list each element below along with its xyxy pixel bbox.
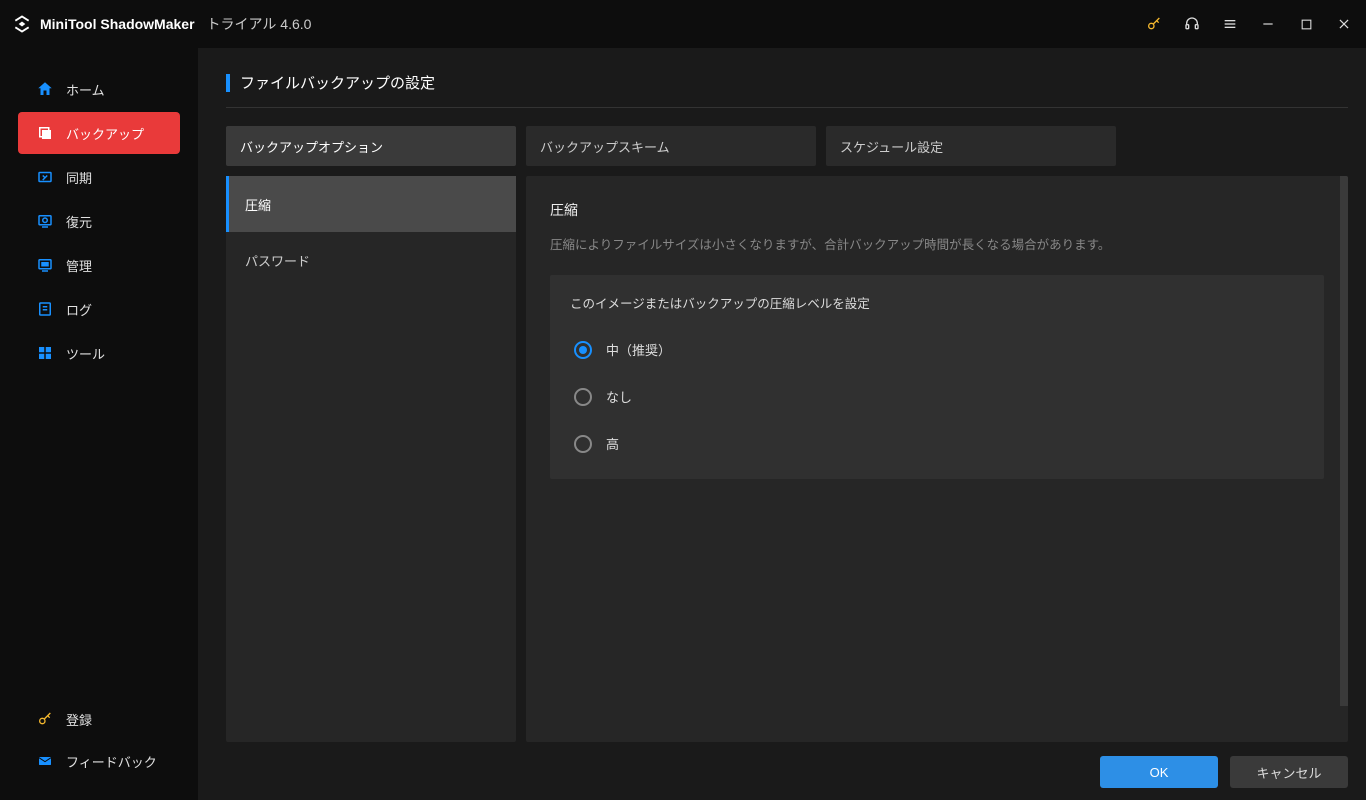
- menu-icon[interactable]: [1220, 14, 1240, 34]
- close-icon[interactable]: [1334, 14, 1354, 34]
- tab-schedule[interactable]: スケジュール設定: [826, 126, 1116, 166]
- dialog-footer: OK キャンセル: [226, 742, 1348, 788]
- detail-panel: 圧縮 圧縮によりファイルサイズは小さくなりますが、合計バックアップ時間が長くなる…: [526, 176, 1348, 742]
- restore-icon: [36, 212, 54, 230]
- button-label: キャンセル: [1256, 763, 1321, 782]
- sidebar-item-label: ツール: [66, 344, 105, 363]
- sidebar-item-label: 復元: [66, 212, 92, 231]
- sub-item-password[interactable]: パスワード: [226, 232, 516, 288]
- sidebar-item-home[interactable]: ホーム: [18, 68, 180, 110]
- tab-backup-scheme[interactable]: バックアップスキーム: [526, 126, 816, 166]
- tab-label: バックアップオプション: [240, 137, 383, 156]
- sidebar-item-label: 同期: [66, 168, 92, 187]
- detail-description: 圧縮によりファイルサイズは小さくなりますが、合計バックアップ時間が長くなる場合が…: [550, 234, 1324, 253]
- sidebar: ホーム バックアップ 同期 復元: [0, 48, 198, 800]
- tab-label: スケジュール設定: [840, 137, 943, 156]
- maximize-icon[interactable]: [1296, 14, 1316, 34]
- scrollbar[interactable]: [1340, 176, 1348, 706]
- key-icon: [36, 710, 54, 728]
- sub-item-compression[interactable]: 圧縮: [226, 176, 516, 232]
- tab-backup-options[interactable]: バックアップオプション: [226, 126, 516, 166]
- manage-icon: [36, 256, 54, 274]
- ok-button[interactable]: OK: [1100, 756, 1218, 788]
- backup-icon: [36, 124, 54, 142]
- page-title: ファイルバックアップの設定: [240, 72, 435, 93]
- sidebar-item-log[interactable]: ログ: [18, 288, 180, 330]
- sidebar-item-label: ホーム: [66, 80, 105, 99]
- home-icon: [36, 80, 54, 98]
- log-icon: [36, 300, 54, 318]
- content-area: ファイルバックアップの設定 バックアップオプション バックアップスキーム スケジ…: [198, 48, 1366, 800]
- sidebar-item-sync[interactable]: 同期: [18, 156, 180, 198]
- cancel-button[interactable]: キャンセル: [1230, 756, 1348, 788]
- sync-icon: [36, 168, 54, 186]
- sub-item-label: 圧縮: [245, 195, 271, 214]
- sidebar-item-register[interactable]: 登録: [18, 698, 180, 740]
- radio-option-medium[interactable]: 中（推奨）: [574, 340, 1304, 359]
- mail-icon: [36, 752, 54, 770]
- sidebar-item-label: フィードバック: [66, 752, 157, 771]
- sidebar-item-label: 管理: [66, 256, 92, 275]
- radio-icon: [574, 341, 592, 359]
- page-header: ファイルバックアップの設定: [226, 72, 1348, 108]
- radio-label: 高: [606, 434, 619, 453]
- tabs: バックアップオプション バックアップスキーム スケジュール設定: [226, 126, 1348, 166]
- app-edition: トライアル 4.6.0: [207, 14, 312, 34]
- sidebar-item-feedback[interactable]: フィードバック: [18, 740, 180, 782]
- headset-icon[interactable]: [1182, 14, 1202, 34]
- sidebar-item-label: バックアップ: [66, 124, 144, 143]
- options-sub-sidebar: 圧縮 パスワード: [226, 176, 516, 742]
- header-accent-bar: [226, 74, 230, 92]
- sidebar-item-label: 登録: [66, 710, 92, 729]
- compression-option-box: このイメージまたはバックアップの圧縮レベルを設定 中（推奨） なし 高: [550, 275, 1324, 479]
- detail-heading: 圧縮: [550, 200, 1324, 220]
- radio-option-none[interactable]: なし: [574, 387, 1304, 406]
- key-icon[interactable]: [1144, 14, 1164, 34]
- sidebar-item-backup[interactable]: バックアップ: [18, 112, 180, 154]
- sidebar-item-tools[interactable]: ツール: [18, 332, 180, 374]
- sidebar-item-label: ログ: [66, 300, 92, 319]
- option-box-title: このイメージまたはバックアップの圧縮レベルを設定: [570, 293, 1304, 312]
- tab-label: バックアップスキーム: [540, 137, 670, 156]
- sidebar-item-manage[interactable]: 管理: [18, 244, 180, 286]
- app-title: MiniTool ShadowMaker: [40, 16, 195, 32]
- radio-option-high[interactable]: 高: [574, 434, 1304, 453]
- button-label: OK: [1150, 765, 1169, 780]
- radio-icon: [574, 435, 592, 453]
- tools-icon: [36, 344, 54, 362]
- titlebar: MiniTool ShadowMaker トライアル 4.6.0: [0, 0, 1366, 48]
- sub-item-label: パスワード: [245, 251, 310, 270]
- radio-label: なし: [606, 387, 632, 406]
- sidebar-item-restore[interactable]: 復元: [18, 200, 180, 242]
- radio-label: 中（推奨）: [606, 340, 671, 359]
- radio-icon: [574, 388, 592, 406]
- minimize-icon[interactable]: [1258, 14, 1278, 34]
- app-logo-icon: [12, 14, 32, 34]
